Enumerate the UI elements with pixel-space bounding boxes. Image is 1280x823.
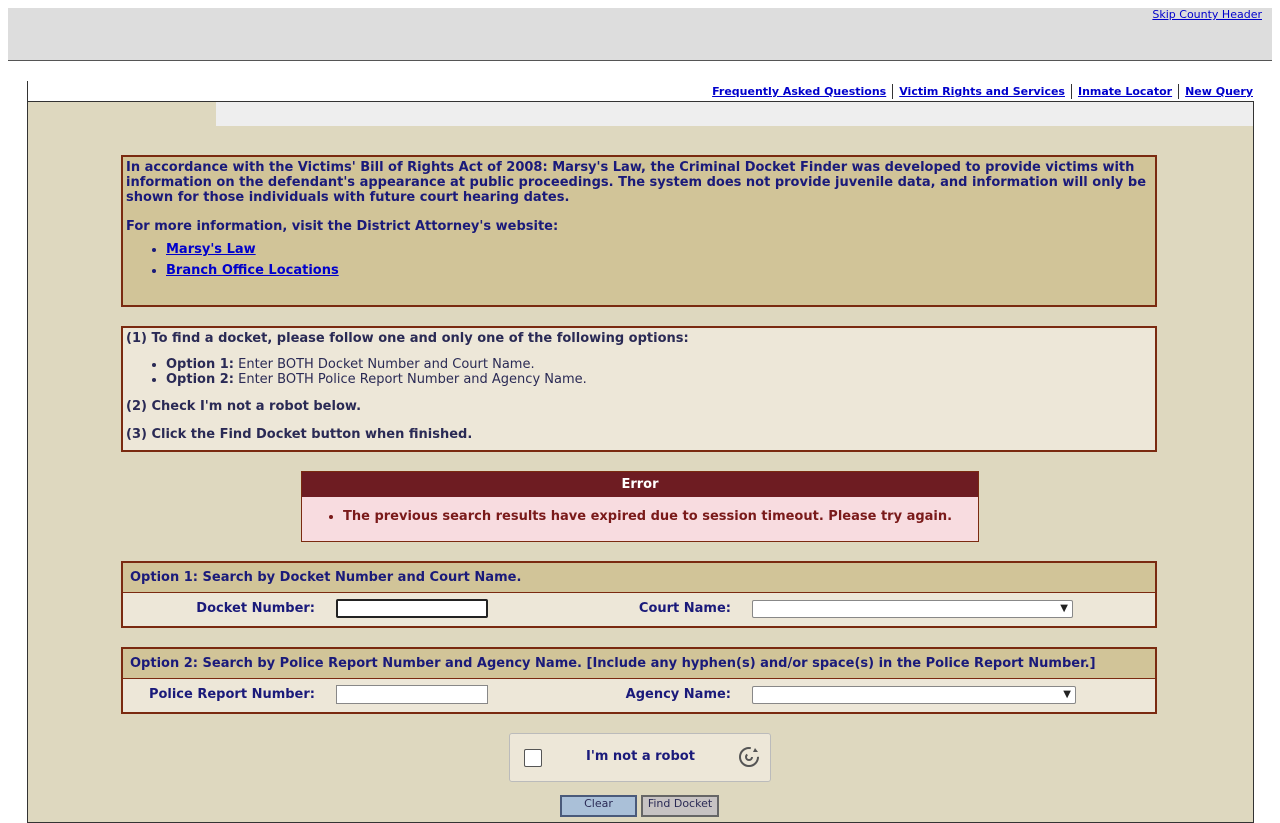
option1-row: Docket Number: Court Name: ▼: [123, 593, 1155, 627]
find-docket-button[interactable]: Find Docket: [641, 795, 719, 817]
error-panel: Error The previous search results have e…: [301, 471, 979, 542]
intro-more-info: For more information, visit the District…: [126, 219, 559, 234]
list-item: Option 1: Enter BOTH Docket Number and C…: [166, 357, 1152, 372]
error-list: The previous search results have expired…: [302, 509, 978, 524]
recaptcha-widget: I'm not a robot: [509, 733, 771, 782]
option2-panel: Option 2: Search by Police Report Number…: [121, 647, 1157, 714]
option2-heading: Option 2: Search by Police Report Number…: [123, 649, 1155, 679]
county-header: Skip County Header: [8, 8, 1272, 61]
instruction-options: Option 1: Enter BOTH Docket Number and C…: [126, 357, 1152, 387]
list-item: Option 2: Enter BOTH Police Report Numbe…: [166, 372, 1152, 387]
error-title: Error: [302, 472, 978, 497]
clear-button[interactable]: Clear: [560, 795, 637, 817]
option-text: Enter BOTH Police Report Number and Agen…: [233, 372, 587, 387]
police-report-number-label: Police Report Number:: [148, 687, 315, 702]
chevron-down-icon: ▼: [1060, 603, 1068, 614]
nav-link-inmate-locator[interactable]: Inmate Locator: [1072, 85, 1178, 98]
nav-link-faq[interactable]: Frequently Asked Questions: [706, 85, 892, 98]
instructions-panel: (1) To find a docket, please follow one …: [121, 326, 1157, 452]
nav-link-new-query[interactable]: New Query: [1179, 85, 1253, 98]
police-report-number-input[interactable]: [336, 685, 488, 704]
intro-links: Marsy's Law Branch Office Locations: [126, 242, 1152, 278]
instruction-step-1: (1) To find a docket, please follow one …: [126, 331, 689, 346]
instruction-step-3: (3) Click the Find Docket button when fi…: [126, 427, 473, 442]
main-content: In accordance with the Victims' Bill of …: [27, 101, 1254, 823]
option1-heading: Option 1: Search by Docket Number and Co…: [123, 563, 1155, 593]
branch-office-locations-link[interactable]: Branch Office Locations: [166, 263, 339, 278]
tab-strip: [216, 102, 1253, 126]
not-a-robot-label: I'm not a robot: [586, 749, 695, 764]
docket-number-label: Docket Number:: [196, 601, 315, 616]
skip-county-header-link[interactable]: Skip County Header: [1152, 8, 1262, 21]
chevron-down-icon: ▼: [1063, 689, 1071, 700]
top-nav: Frequently Asked Questions Victim Rights…: [706, 84, 1253, 99]
frame-edge: [27, 81, 28, 102]
error-message: The previous search results have expired…: [343, 509, 978, 524]
court-name-select[interactable]: ▼: [752, 600, 1073, 618]
option1-panel: Option 1: Search by Docket Number and Co…: [121, 561, 1157, 628]
court-name-label: Court Name:: [638, 601, 731, 616]
refresh-icon[interactable]: [738, 746, 760, 768]
nav-link-victim-rights[interactable]: Victim Rights and Services: [893, 85, 1071, 98]
list-item: Branch Office Locations: [166, 263, 1152, 278]
option-text: Enter BOTH Docket Number and Court Name.: [233, 357, 535, 372]
agency-name-select[interactable]: ▼: [752, 686, 1076, 704]
option-name: Option 1:: [166, 357, 234, 372]
list-item: Marsy's Law: [166, 242, 1152, 257]
not-a-robot-checkbox[interactable]: [524, 749, 542, 767]
docket-number-input[interactable]: [336, 599, 488, 618]
option-name: Option 2:: [166, 372, 234, 387]
instruction-step-2: (2) Check I'm not a robot below.: [126, 399, 362, 414]
option2-row: Police Report Number: Agency Name: ▼: [123, 679, 1155, 713]
intro-panel: In accordance with the Victims' Bill of …: [121, 155, 1157, 307]
marsys-law-link[interactable]: Marsy's Law: [166, 242, 256, 257]
intro-text: In accordance with the Victims' Bill of …: [126, 160, 1147, 205]
agency-name-label: Agency Name:: [625, 687, 731, 702]
